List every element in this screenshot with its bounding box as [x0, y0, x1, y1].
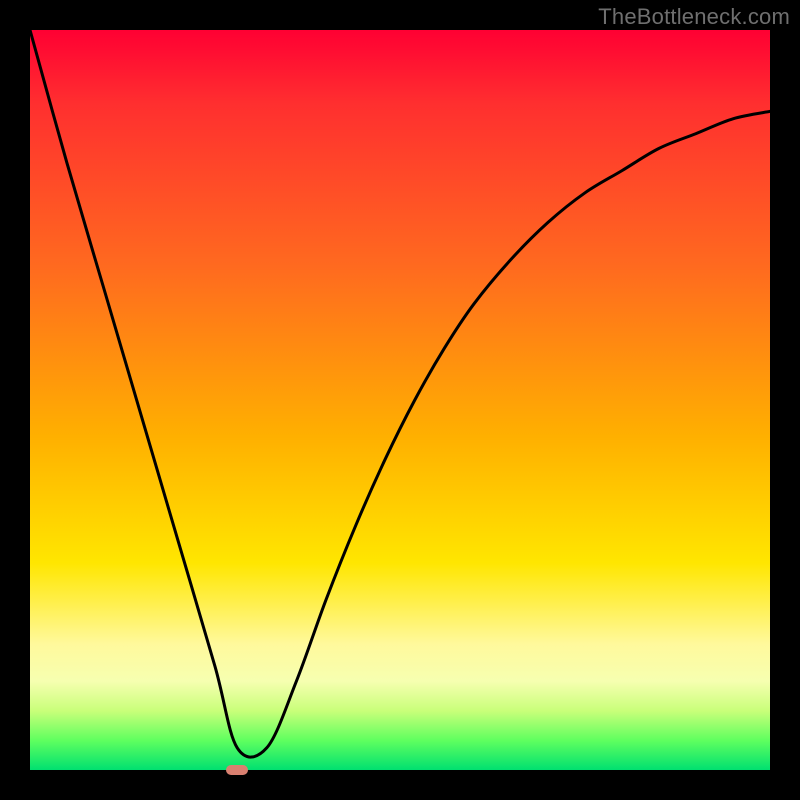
plot-area: [30, 30, 770, 770]
watermark-text: TheBottleneck.com: [598, 4, 790, 30]
bottleneck-curve: [30, 30, 770, 770]
minimum-marker: [226, 765, 248, 775]
chart-frame: TheBottleneck.com: [0, 0, 800, 800]
